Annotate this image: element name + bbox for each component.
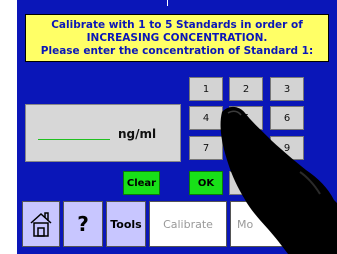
key-0[interactable]: 0 — [229, 171, 263, 195]
device-screen: Calibrate with 1 to 5 Standards in order… — [17, 0, 337, 254]
key-4[interactable]: 4 — [189, 106, 223, 130]
ok-button[interactable]: OK — [189, 171, 223, 195]
key-3[interactable]: 3 — [270, 77, 304, 101]
concentration-unit: ng/ml — [118, 127, 157, 141]
tools-button[interactable]: Tools — [106, 201, 146, 247]
home-button[interactable] — [22, 201, 60, 247]
calibrate-tab[interactable]: Calibrate — [149, 201, 227, 247]
banner-line-2: INCREASING CONCENTRATION. — [86, 31, 268, 44]
home-icon — [30, 212, 52, 237]
key-2[interactable]: 2 — [229, 77, 263, 101]
banner-line-1: Calibrate with 1 to 5 Standards in order… — [51, 18, 303, 31]
mode-tab[interactable]: Mo — [230, 201, 300, 247]
help-button[interactable]: ? — [63, 201, 103, 247]
key-9[interactable]: 9 — [270, 136, 304, 160]
key-5[interactable]: 5 — [229, 106, 263, 130]
concentration-entry-field[interactable]: ng/ml — [25, 104, 181, 162]
green-key[interactable] — [270, 171, 304, 195]
key-1[interactable]: 1 — [189, 77, 223, 101]
key-8[interactable] — [229, 136, 263, 160]
banner-line-3: Please enter the concentration of Standa… — [40, 44, 314, 57]
key-6[interactable]: 6 — [270, 106, 304, 130]
entry-underline — [38, 139, 110, 140]
key-7[interactable]: 7 — [189, 136, 223, 160]
clear-button[interactable]: Clear — [123, 171, 160, 195]
top-divider — [167, 0, 168, 6]
instruction-banner: Calibrate with 1 to 5 Standards in order… — [25, 14, 329, 62]
